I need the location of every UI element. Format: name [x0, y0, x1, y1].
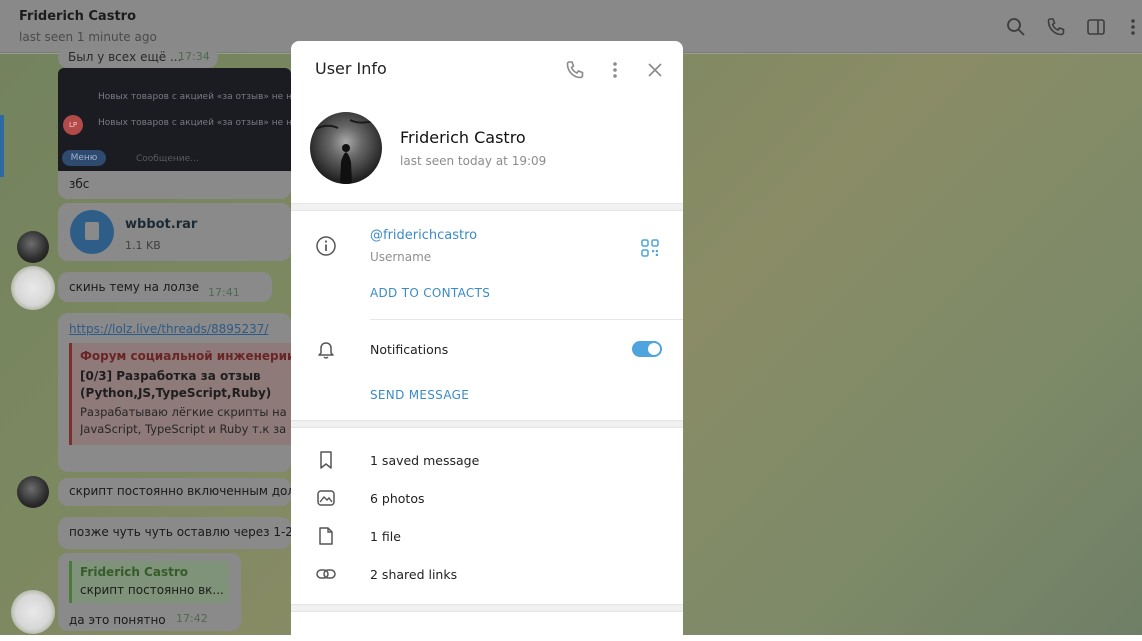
preview-title: [0/3] Разработка за отзыв (Python,JS,Typ…: [80, 369, 272, 400]
shared-links-item[interactable]: 2 shared links: [370, 567, 457, 582]
section-divider: [291, 203, 683, 211]
profile-photo[interactable]: [310, 112, 382, 184]
bot-screenshot-image[interactable]: Новых товаров с акцией «за отзыв» не на …: [58, 68, 291, 171]
message-link[interactable]: https://lolz.live/threads/8895237/: [69, 322, 268, 336]
link-icon: [316, 569, 336, 579]
username-label: Username: [370, 250, 432, 264]
message-bubble[interactable]: збс: [58, 171, 291, 199]
bookmark-icon: [320, 451, 332, 469]
message-text: да это понятно: [69, 613, 166, 627]
message-text: Был у всех ещё ...: [68, 50, 182, 64]
profile-status: last seen today at 19:09: [400, 154, 547, 168]
bot-row-text: Новых товаров с акцией «за отзыв» не на: [98, 92, 291, 102]
file-icon: [319, 527, 333, 545]
section-divider: [291, 420, 683, 428]
qr-code-icon[interactable]: [640, 238, 660, 258]
message-time: 17:34: [178, 50, 210, 63]
file-size: 1.1 KB: [125, 239, 161, 252]
message-bubble[interactable]: скрипт постоянно включенным дол: [58, 478, 295, 506]
message-text: збс: [69, 177, 90, 191]
file-name: wbbot.rar: [125, 217, 198, 232]
bot-row-text: Новых товаров с акцией «за отзыв» не на: [98, 118, 291, 128]
photo-icon: [317, 490, 335, 506]
saved-messages-item[interactable]: 1 saved message: [370, 453, 479, 468]
call-icon[interactable]: [564, 59, 586, 81]
user-info-modal: User Info Friderich Castro last seen tod…: [291, 41, 683, 641]
reply-text: скрипт постоянно вк...: [80, 583, 224, 597]
row-divider: [370, 319, 683, 320]
username-value[interactable]: @friderichcastro: [370, 228, 477, 243]
bot-avatar: LP: [63, 115, 83, 135]
preview-site: Форум социальной инженерии –: [80, 349, 306, 363]
profile-name: Friderich Castro: [400, 128, 526, 147]
chat-status: last seen 1 minute ago: [19, 30, 157, 44]
more-icon[interactable]: [1122, 16, 1142, 38]
chat-title[interactable]: Friderich Castro: [19, 9, 136, 24]
message-text: позже чуть чуть оставлю через 1-2: [69, 525, 293, 539]
info-icon: [316, 236, 336, 256]
message-bubble[interactable]: Был у всех ещё ... 17:34: [58, 48, 218, 68]
link-preview[interactable]: Форум социальной инженерии – [0/3] Разра…: [69, 343, 306, 445]
message-time: 17:41: [208, 286, 240, 299]
photos-item[interactable]: 6 photos: [370, 491, 425, 506]
reply-author: Friderich Castro: [80, 565, 188, 579]
message-text: скрипт постоянно включенным дол: [69, 484, 296, 498]
more-options-icon[interactable]: [604, 59, 626, 81]
notifications-toggle[interactable]: [632, 341, 662, 357]
message-text: скинь тему на лолзе: [69, 280, 200, 294]
close-icon[interactable]: [644, 59, 666, 81]
message-bubble[interactable]: позже чуть чуть оставлю через 1-2: [58, 517, 293, 549]
sender-avatar[interactable]: [17, 231, 49, 263]
search-icon[interactable]: [1005, 16, 1027, 38]
preview-description: Разрабатываю лёгкие скрипты на JavaScrip…: [80, 405, 287, 436]
bot-menu-button: Меню: [62, 150, 106, 166]
add-to-contacts-button[interactable]: ADD TO CONTACTS: [370, 286, 490, 300]
message-bubble[interactable]: скинь тему на лолзе 17:41: [58, 272, 272, 302]
message-time: 17:42: [176, 612, 208, 625]
reply-quote[interactable]: Friderich Castro скрипт постоянно вк...: [69, 561, 229, 603]
section-divider: [291, 604, 683, 612]
blurred-avatar: [11, 266, 55, 310]
notifications-label: Notifications: [370, 342, 449, 357]
file-download-icon[interactable]: [70, 210, 114, 254]
blurred-avatar: [11, 590, 55, 634]
bot-input-placeholder: Сообщение...: [136, 154, 199, 164]
left-panel-edge: [0, 115, 4, 177]
bell-icon: [318, 342, 334, 359]
toggle-knob: [648, 343, 660, 355]
files-item[interactable]: 1 file: [370, 529, 401, 544]
sidebar-toggle-icon[interactable]: [1085, 16, 1107, 38]
sender-avatar[interactable]: [17, 476, 49, 508]
modal-title: User Info: [315, 59, 387, 78]
phone-icon[interactable]: [1045, 16, 1067, 38]
send-message-button[interactable]: SEND MESSAGE: [370, 388, 469, 402]
